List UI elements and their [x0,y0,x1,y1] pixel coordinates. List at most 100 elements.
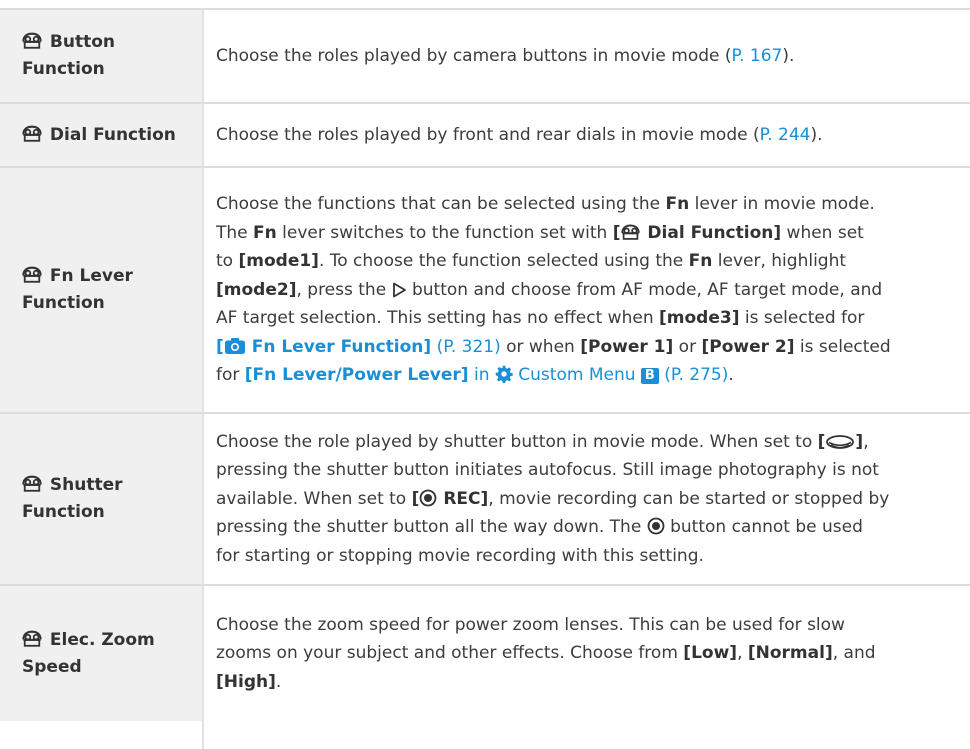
movie-mode-icon [22,32,42,49]
row-name: Fn Lever [49,266,133,286]
desc-text: lever switches to the function set with [276,222,613,243]
custom-menu-label: Custom Menu [518,365,636,386]
power1-label: [Power 1] [580,336,674,357]
desc-text: Choose the functions that can be selecte… [216,194,666,215]
fn-power-lever-label: [Fn Lever/Power Lever] [244,365,469,386]
row-name: Button [49,32,116,52]
custom-menu-link[interactable]: [Fn Lever/Power Lever] in Custom Menu B … [245,365,729,385]
row-description: Choose the roles played by front and rea… [216,124,760,145]
desc-text: pressing the shutter button initiates au… [216,460,879,481]
row-desc-cell: Choose the roles played by front and rea… [216,104,970,166]
desc-text: pressing the shutter button all the way … [216,517,647,538]
right-arrow-icon [392,282,406,298]
desc-text: , and [832,643,876,664]
row-name-cont: Function [22,293,105,313]
row-name-cell: Dial Function [0,104,202,166]
row-description-end: ). [782,45,795,66]
desc-text: AF target selection. This setting has no… [216,308,659,329]
column-divider [202,414,204,584]
normal-option: [Normal] [747,643,833,664]
table-row: Fn Lever Function Choose the functions t… [0,168,970,412]
movie-mode-icon [621,224,640,240]
row-desc-cell: Choose the functions that can be selecte… [216,168,970,412]
row-name: Elec. Zoom [49,629,155,650]
desc-text: in [468,365,495,386]
menu-b-badge: B [640,368,659,385]
column-divider [202,586,204,749]
fn-label: Fn [253,222,277,243]
row-description: Choose the roles played by camera button… [216,45,732,66]
table-row: Dial Function Choose the roles played by… [0,104,970,166]
movie-mode-icon [22,266,42,283]
row-name-cont: Function [22,502,105,522]
movie-mode-icon [22,630,42,647]
desc-text: available. When set to [216,488,412,509]
column-divider [202,104,204,166]
row-name: Dial Function [49,124,176,145]
desc-text: when set [781,222,864,243]
row-desc-cell: Choose the role played by shutter button… [216,414,970,584]
desc-text: , [737,643,748,664]
table-row: Shutter Function Choose the role played … [0,414,970,584]
desc-text: . [275,671,282,692]
desc-text: Choose the role played by shutter button… [216,431,818,452]
fn-label: Fn [688,251,713,272]
desc-text: is selected for [739,308,865,329]
desc-text: or when [500,336,581,357]
row-name-cont: Function [22,59,105,79]
desc-text: , [863,431,869,452]
row-description-end: ). [810,124,823,145]
column-divider [202,168,204,412]
mode1-label: [mode1] [238,251,319,272]
photo-fn-lever-link[interactable]: [ Fn Lever Function] (P. 321) [216,337,501,357]
movie-mode-icon [22,125,42,142]
rec-button-icon [420,489,437,507]
desc-text: zooms on your subject and other effects.… [216,643,684,664]
bracket: [ [817,431,826,452]
rec-label: REC] [443,488,489,509]
row-name-cell: Fn Lever Function [0,168,202,412]
row-desc-cell: Choose the roles played by camera button… [216,10,970,102]
bracket: [ [216,336,224,357]
desc-text: Choose the zoom speed for power zoom len… [216,614,845,635]
page-ref: (P. 321) [436,336,501,357]
mode2-label: [mode2] [216,279,297,300]
desc-text: for [216,365,245,386]
bracket: [ [411,488,420,509]
desc-text: is selected [794,336,891,357]
row-name-cell: Shutter Function [0,414,202,584]
bracket: [ [612,222,621,243]
table-row: Elec. Zoom Speed Choose the zoom speed f… [0,586,970,749]
column-divider [202,10,204,102]
row-name-cell: Elec. Zoom Speed [0,586,202,721]
dial-function-label: Dial Function] [647,222,782,243]
page-ref: (P. 275) [664,365,729,386]
photo-fn-lever-label: Fn Lever Function] [251,336,432,357]
high-option: [High] [216,671,276,692]
camera-icon [224,337,245,354]
rec-button-icon [647,517,665,535]
power2-label: [Power 2] [701,336,795,357]
desc-text: lever, highlight [712,251,847,272]
desc-text: , press the [296,279,392,300]
page-ref-link[interactable]: P. 167 [732,46,783,66]
movie-mode-icon [22,475,42,492]
desc-text: for starting or stopping movie recording… [216,545,704,566]
desc-text: or [673,336,702,357]
desc-text: , movie recording can be started or stop… [488,488,890,509]
gear-icon [495,366,513,384]
desc-text: button cannot be used [664,517,863,538]
desc-text: lever in movie mode. [689,194,875,215]
desc-text: . To choose the function selected using … [318,251,689,272]
desc-text: . [728,365,734,386]
af-target-icon [826,434,855,449]
row-name-cont: Speed [22,656,82,677]
row-name-cell: Button Function [0,10,202,102]
desc-text: to [216,251,239,272]
table-row: Button Function Choose the roles played … [0,10,970,102]
row-desc-cell: Choose the zoom speed for power zoom len… [216,586,970,721]
row-name: Shutter [49,475,123,495]
fn-label: Fn [665,194,690,215]
page-ref-link[interactable]: P. 244 [760,125,811,145]
desc-text: button and choose from AF mode, AF targe… [406,279,883,300]
